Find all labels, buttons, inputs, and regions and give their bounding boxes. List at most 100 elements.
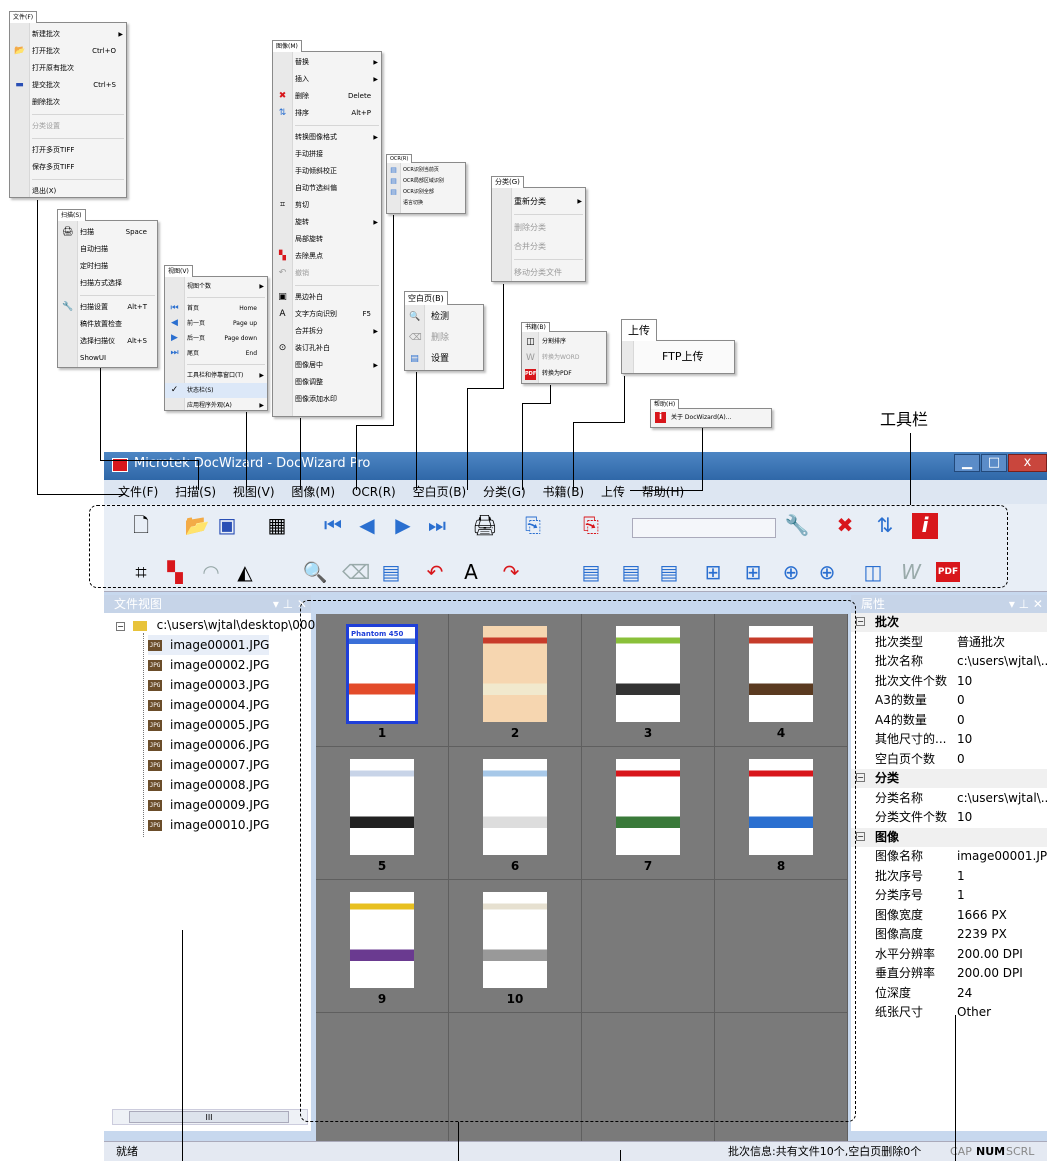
- menu-item-appearance[interactable]: 应用程序外观(A) ▶: [165, 398, 267, 413]
- menu-item-exit[interactable]: 退出(X): [10, 183, 126, 200]
- menu-item-manual-deskew[interactable]: 手动倾斜校正: [273, 163, 381, 180]
- menu-item-move-class-file[interactable]: 移动分类文件: [492, 263, 585, 282]
- menu-item-rotate[interactable]: 旋转 ▶: [273, 214, 381, 231]
- tree-file[interactable]: JPG image00006.JPG: [148, 735, 269, 755]
- property-row[interactable]: 图像名称 image00001.JPG: [851, 847, 1047, 866]
- property-row[interactable]: 批次文件个数 10: [851, 672, 1047, 691]
- property-group-header[interactable]: − 批次: [851, 613, 1047, 632]
- menubar-classify[interactable]: 分类(G): [483, 485, 526, 499]
- property-row[interactable]: 垂直分辨率 200.00 DPI: [851, 964, 1047, 983]
- menubar-blank[interactable]: 空白页(B): [413, 485, 467, 499]
- menu-item-scan[interactable]: 🖨 扫描 Space: [58, 224, 157, 241]
- menu-item-ocr-current[interactable]: ▤ OCR识别当前页: [387, 165, 465, 176]
- menubar-file[interactable]: 文件(F): [118, 485, 158, 499]
- properties-close-icon[interactable]: ▾ ⊥ ✕: [1009, 595, 1043, 613]
- property-row[interactable]: 批次类型 普通批次: [851, 633, 1047, 652]
- menu-item-reclassify[interactable]: 重新分类 ▶: [492, 192, 585, 211]
- menu-item-submit-batch[interactable]: ▬ 提交批次 Ctrl+S: [10, 77, 126, 94]
- property-row[interactable]: 水平分辨率 200.00 DPI: [851, 945, 1047, 964]
- menu-item-split-sort[interactable]: ◫ 分割排序: [522, 334, 606, 350]
- scroll-thumb[interactable]: III: [129, 1111, 289, 1123]
- menu-item-center[interactable]: 图像居中 ▶: [273, 357, 381, 374]
- collapse-icon[interactable]: −: [856, 773, 865, 782]
- tree-root[interactable]: − c:\users\wjtal\desktop\0000: [116, 615, 323, 635]
- property-row[interactable]: 其他尺寸的... 10: [851, 730, 1047, 749]
- menu-item-auto-deskew[interactable]: 自动节选纠偏: [273, 180, 381, 197]
- property-row[interactable]: 图像高度 2239 PX: [851, 925, 1047, 944]
- property-row[interactable]: 批次序号 1: [851, 867, 1047, 886]
- menu-item-text-direction[interactable]: A 文字方向识别 F5: [273, 306, 381, 323]
- tree-file[interactable]: JPG image00003.JPG: [148, 675, 269, 695]
- menu-item-classify-settings[interactable]: 分类设置: [10, 118, 126, 135]
- file-view-scrollbar[interactable]: III: [112, 1109, 308, 1125]
- menubar-ocr[interactable]: OCR(R): [352, 485, 396, 499]
- menubar-image[interactable]: 图像(M): [291, 485, 335, 499]
- collapse-icon[interactable]: −: [856, 617, 865, 626]
- menu-item-insert[interactable]: 插入 ▶: [273, 71, 381, 88]
- menu-item-blank-settings[interactable]: ▤ 设置: [405, 349, 483, 370]
- collapse-icon[interactable]: −: [116, 622, 125, 631]
- maximize-button[interactable]: □: [981, 454, 1007, 472]
- menu-item-new-batch[interactable]: 新建批次 ▶: [10, 26, 126, 43]
- menu-item-blank-detect[interactable]: 🔍 检测: [405, 307, 483, 328]
- property-row[interactable]: 空白页个数 0: [851, 750, 1047, 769]
- menu-item-binding-holes[interactable]: ⊙ 装订孔补白: [273, 340, 381, 357]
- property-row[interactable]: 纸张尺寸 Other: [851, 1003, 1047, 1022]
- menu-item-to-pdf[interactable]: PDF 转换为PDF: [522, 366, 606, 382]
- collapse-icon[interactable]: −: [856, 831, 865, 841]
- menu-item-open-batch[interactable]: 📂 打开批次 Ctrl+O: [10, 43, 126, 60]
- property-row[interactable]: A3的数量 0: [851, 691, 1047, 710]
- menu-item-ocr-region[interactable]: ▤ OCR局部区域识别: [387, 176, 465, 187]
- menu-item-sort[interactable]: ⇅ 排序 Alt+P: [273, 105, 381, 122]
- menu-item-partial-rotate[interactable]: 局部旋转: [273, 231, 381, 248]
- menubar-book[interactable]: 书籍(B): [543, 485, 585, 499]
- menubar-help[interactable]: 帮助(H): [642, 485, 684, 499]
- property-row[interactable]: 分类名称 c:\users\wjtal\...: [851, 789, 1047, 808]
- property-group-header[interactable]: − 图像: [851, 827, 1047, 847]
- menu-item-black-border[interactable]: ▣ 黑边补白: [273, 289, 381, 306]
- menubar-upload[interactable]: 上传: [601, 485, 625, 499]
- menu-item-open-old-batch[interactable]: 打开原有批次: [10, 60, 126, 77]
- tree-file[interactable]: JPG image00010.JPG: [148, 815, 269, 835]
- property-row[interactable]: 分类文件个数 10: [851, 808, 1047, 827]
- menubar-view[interactable]: 视图(V): [233, 485, 275, 499]
- tree-file[interactable]: JPG image00001.JPG: [148, 635, 270, 655]
- menu-item-delete-batch[interactable]: 删除批次: [10, 94, 126, 111]
- menu-item-view-count[interactable]: 视图个数 ▶: [165, 279, 267, 294]
- menu-item-delete[interactable]: ✖ 删除 Delete: [273, 88, 381, 105]
- tree-file[interactable]: JPG image00005.JPG: [148, 715, 269, 735]
- tree-file[interactable]: JPG image00007.JPG: [148, 755, 269, 775]
- minimize-button[interactable]: ▁: [954, 454, 980, 472]
- menu-item-merge-class[interactable]: 合并分类: [492, 237, 585, 256]
- menu-item-manual-stitch[interactable]: 手动拼接: [273, 146, 381, 163]
- menu-item-next-page[interactable]: ▶ 后一页 Page down: [165, 331, 267, 346]
- tree-file[interactable]: JPG image00002.JPG: [148, 655, 269, 675]
- close-button[interactable]: x: [1008, 454, 1047, 472]
- menu-item-ocr-all[interactable]: ▤ OCR识别全部: [387, 187, 465, 198]
- property-group-header[interactable]: − 分类: [851, 769, 1047, 788]
- menu-item-remove-dots[interactable]: ▚ 去除黑点: [273, 248, 381, 265]
- menu-item-delete-class[interactable]: 删除分类: [492, 218, 585, 237]
- menu-item-about[interactable]: i 关于 DocWizard(A)...: [651, 409, 771, 427]
- menu-item-select-scanner[interactable]: 选择扫描仪 Alt+S: [58, 333, 157, 350]
- menu-item-last-page[interactable]: ⏭ 尾页 End: [165, 346, 267, 361]
- property-row[interactable]: 分类序号 1: [851, 886, 1047, 905]
- menu-item-undo[interactable]: ↶ 撤销: [273, 265, 381, 282]
- menu-item-watermark[interactable]: 图像添加水印: [273, 391, 381, 408]
- tree-file[interactable]: JPG image00008.JPG: [148, 775, 269, 795]
- menu-item-adjust[interactable]: 图像调整: [273, 374, 381, 391]
- menu-item-ftp-upload[interactable]: FTP上传: [622, 341, 734, 373]
- property-row[interactable]: 图像宽度 1666 PX: [851, 906, 1047, 925]
- menu-item-convert-format[interactable]: 转换图像格式 ▶: [273, 129, 381, 146]
- menu-item-toolbars[interactable]: 工具栏和停靠窗口(T) ▶: [165, 368, 267, 383]
- menu-item-showui[interactable]: ShowUI: [58, 350, 157, 367]
- menu-item-statusbar[interactable]: ✓ 状态栏(S): [165, 383, 267, 398]
- tree-file[interactable]: JPG image00004.JPG: [148, 695, 269, 715]
- menu-item-open-tiff[interactable]: 打开多页TIFF: [10, 142, 126, 159]
- menu-item-merge-split[interactable]: 合并拆分 ▶: [273, 323, 381, 340]
- menu-item-scan-settings[interactable]: 🔧 扫描设置 Alt+T: [58, 299, 157, 316]
- tree-file[interactable]: JPG image00009.JPG: [148, 795, 269, 815]
- menu-item-timed-scan[interactable]: 定时扫描: [58, 258, 157, 275]
- menu-item-prev-page[interactable]: ◀ 前一页 Page up: [165, 316, 267, 331]
- menu-item-blank-delete[interactable]: ⌫ 删除: [405, 328, 483, 349]
